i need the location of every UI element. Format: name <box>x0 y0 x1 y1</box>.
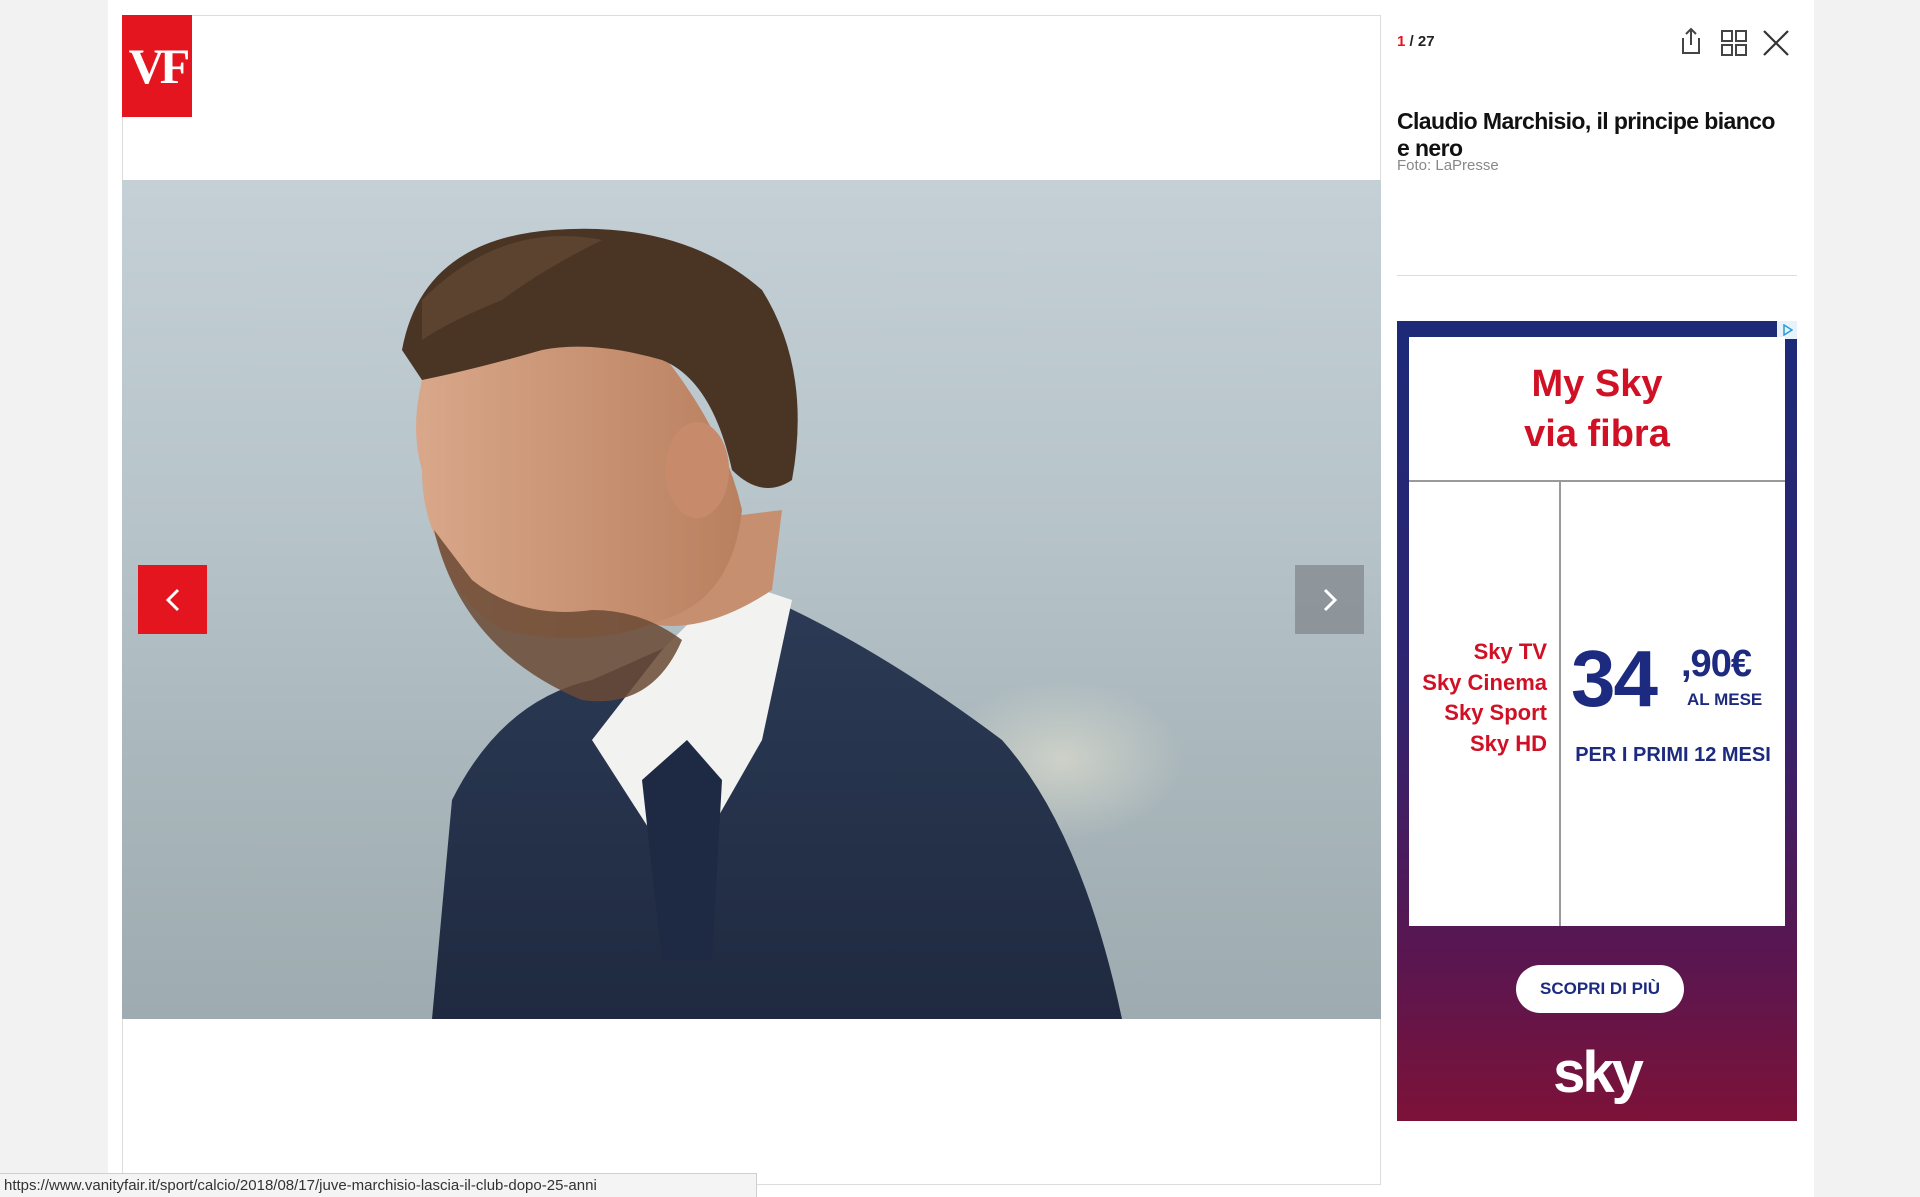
chevron-left-icon <box>165 588 179 611</box>
sidebar-divider <box>1397 275 1797 276</box>
chevron-right-icon <box>1323 588 1337 611</box>
ad-divider-horizontal <box>1409 480 1785 482</box>
adchoices-triangle-icon <box>1783 324 1793 336</box>
share-icon <box>1682 27 1700 54</box>
ad-divider-vertical <box>1559 482 1561 926</box>
ad-channel-list: Sky TV Sky Cinema Sky Sport Sky HD <box>1409 637 1547 759</box>
ad-price-period: AL MESE <box>1687 690 1763 709</box>
gallery-photo <box>122 180 1381 1019</box>
photo-credit: Foto: LaPresse <box>1397 157 1499 174</box>
vf-logo[interactable]: VF <box>122 15 192 117</box>
ad-channel-item: Sky HD <box>1469 730 1547 756</box>
ad-headline: My Sky via fibra <box>1409 359 1785 459</box>
sky-advertisement[interactable]: My Sky via fibra Sky TV Sky Cinema Sky S… <box>1397 321 1797 1121</box>
prev-button[interactable] <box>138 565 207 634</box>
next-button[interactable] <box>1295 565 1364 634</box>
counter-separator: / <box>1405 33 1418 50</box>
share-button[interactable] <box>1678 26 1704 61</box>
ad-cta-button[interactable]: SCOPRI DI PIÙ <box>1516 965 1684 1013</box>
slide-counter: 1 / 27 <box>1397 33 1435 50</box>
sky-logo: sky <box>1553 1040 1644 1105</box>
ad-price-note: PER I PRIMI 12 MESI <box>1575 744 1771 766</box>
logo-text: VF <box>128 38 191 94</box>
ad-channel-item: Sky TV <box>1473 639 1547 664</box>
grid-icon <box>1721 30 1747 56</box>
ad-channel-item: Sky Cinema <box>1422 669 1547 695</box>
ad-price-cents: ,90€ <box>1681 643 1752 685</box>
ad-price-whole: 34 <box>1571 634 1658 723</box>
ad-headline-line1: My Sky <box>1531 363 1663 405</box>
close-icon <box>1763 30 1789 56</box>
counter-total: 27 <box>1417 33 1435 50</box>
ad-channel-item: Sky Sport <box>1444 700 1547 725</box>
ad-headline-line2: via fibra <box>1524 413 1670 455</box>
ad-white-panel: My Sky via fibra Sky TV Sky Cinema Sky S… <box>1409 337 1785 926</box>
close-button[interactable] <box>1762 29 1790 62</box>
grid-button[interactable] <box>1720 29 1748 62</box>
portrait-illustration <box>402 228 1122 1019</box>
photo-caption-title: Claudio Marchisio, il principe bianco e … <box>1397 108 1775 161</box>
browser-status-bar: https://www.vanityfair.it/sport/calcio/2… <box>0 1173 757 1197</box>
